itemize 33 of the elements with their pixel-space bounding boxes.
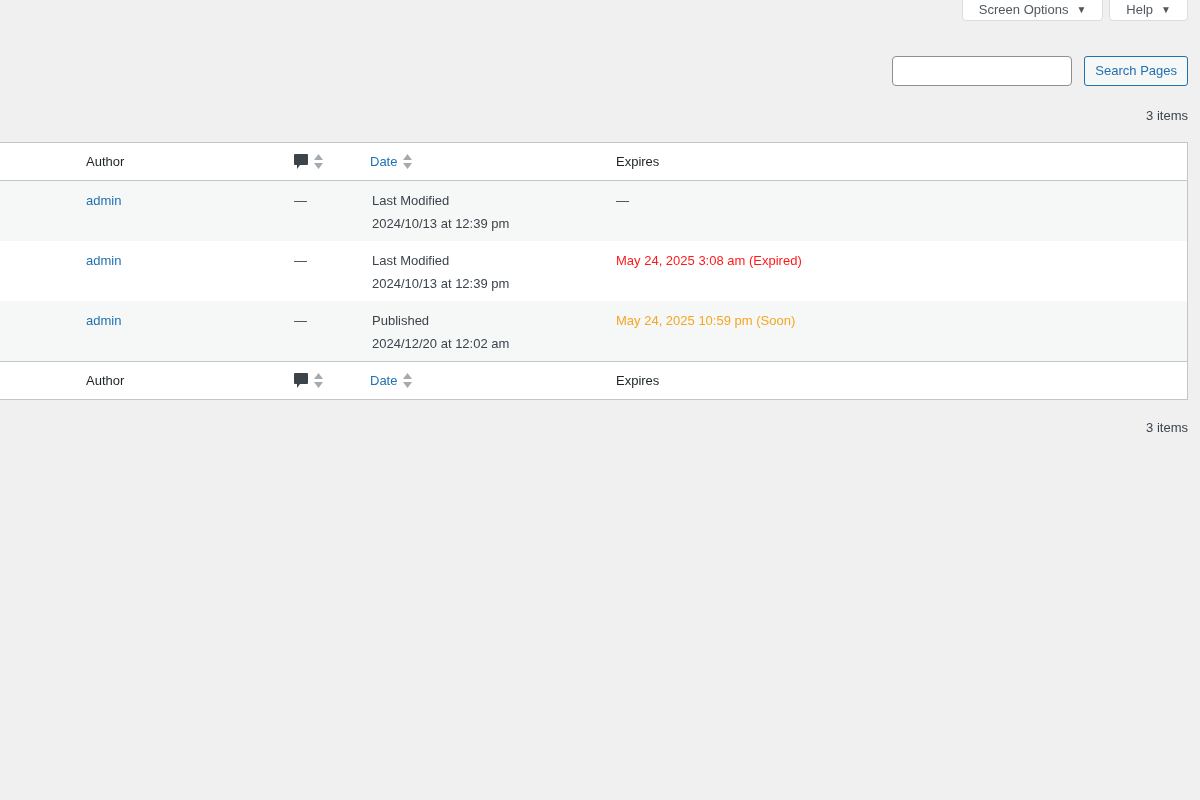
author-link[interactable]: admin	[86, 193, 122, 208]
expiry-date: —	[616, 193, 629, 208]
dropdown-button[interactable]: Help ▼	[1109, 0, 1188, 21]
sort-arrows-icon[interactable]	[403, 154, 413, 169]
date-value: 2024/10/13 at 12:39 pm	[372, 214, 510, 233]
column-header: Author	[86, 371, 125, 390]
sort-arrows-icon[interactable]	[314, 373, 323, 388]
date-status: Published	[372, 312, 430, 330]
comment-bubble-icon	[294, 372, 308, 389]
date-status: Last Modified	[372, 192, 450, 210]
search-field[interactable]	[892, 56, 1073, 86]
date-status: Last Modified	[372, 252, 450, 270]
column-header-link[interactable]: Date	[370, 151, 398, 172]
author-link[interactable]: admin	[86, 313, 122, 328]
date-value: 2024/10/13 at 12:39 pm	[372, 274, 510, 293]
dropdown-button[interactable]: Screen Options ▼	[961, 0, 1104, 21]
column-header-link[interactable]: Date	[370, 370, 398, 391]
comment-bubble-icon	[294, 153, 308, 170]
author-link[interactable]: admin	[86, 253, 122, 268]
sort-arrows-icon[interactable]	[403, 373, 413, 388]
column-header: Author	[86, 152, 125, 171]
column-header: Expires	[616, 371, 660, 390]
sort-arrows-icon[interactable]	[314, 154, 323, 169]
comment-count: —	[294, 313, 307, 328]
item-count: 3 items	[1146, 107, 1188, 125]
date-value: 2024/12/20 at 12:02 am	[372, 334, 510, 353]
expiry-date: May 24, 2025 10:59 pm (Soon)	[616, 313, 796, 328]
search-button[interactable]: Search Pages	[1084, 56, 1188, 86]
expiry-date: May 24, 2025 3:08 am (Expired)	[616, 253, 802, 268]
column-header: Expires	[616, 152, 660, 171]
comment-count: —	[294, 253, 307, 268]
comment-count: —	[294, 193, 307, 208]
item-count: 3 items	[1146, 419, 1188, 437]
